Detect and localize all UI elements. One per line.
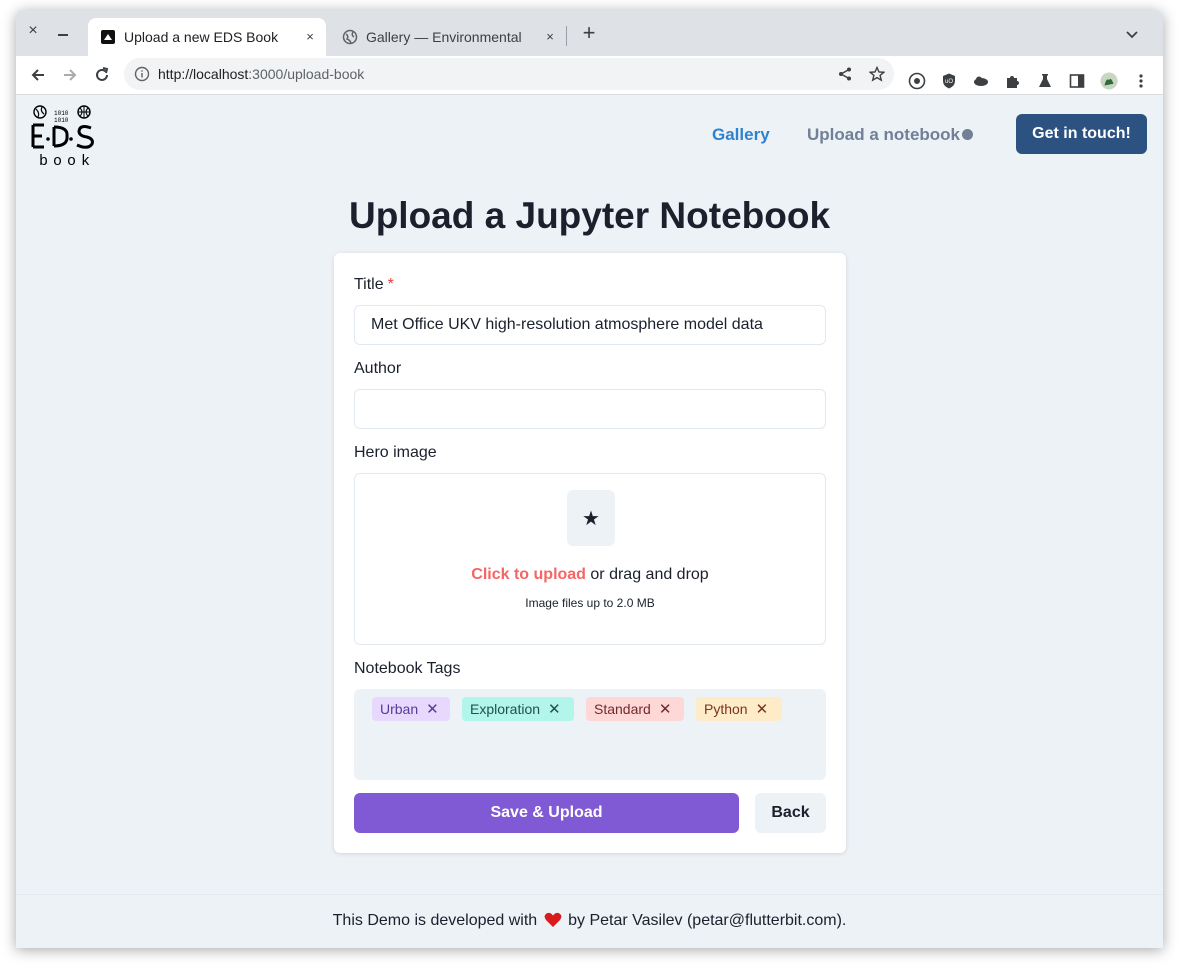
flask-icon[interactable]: [1036, 72, 1054, 90]
eds-favicon-icon: [100, 29, 116, 45]
tab-gallery[interactable]: Gallery — Environmental ×: [330, 18, 566, 56]
tab-strip: × Upload a new EDS Book × Gallery — Envi…: [16, 10, 1163, 56]
tab-separator: [566, 26, 567, 46]
eds-book-logo[interactable]: 1010 1010 book: [30, 105, 100, 170]
tag-remove-icon[interactable]: ✕: [756, 700, 769, 718]
tab-close-icon[interactable]: ×: [542, 29, 558, 45]
reload-icon[interactable]: [91, 64, 113, 86]
site-info-icon[interactable]: [134, 66, 150, 82]
upload-form-card: Title* Author Hero image ★ Click to uplo…: [334, 253, 846, 853]
click-to-upload-link[interactable]: Click to upload: [471, 566, 586, 583]
tag-remove-icon[interactable]: ✕: [426, 700, 439, 718]
tags-input[interactable]: Urban ✕ Exploration ✕ Standard ✕ Python ✕: [354, 689, 826, 780]
chevron-down-icon[interactable]: [1124, 26, 1140, 42]
title-input[interactable]: [354, 305, 826, 345]
globe-icon: [342, 29, 358, 45]
address-bar[interactable]: http://localhost:3000/upload-book: [124, 58, 894, 90]
footer-text: This Demo is developed with by Petar Vas…: [16, 912, 1163, 933]
hero-image-dropzone[interactable]: ★ Click to upload or drag and drop Image…: [354, 473, 826, 645]
browser-window: × Upload a new EDS Book × Gallery — Envi…: [16, 10, 1163, 948]
tag-exploration: Exploration ✕: [462, 697, 574, 721]
tag-remove-icon[interactable]: ✕: [659, 700, 672, 718]
hero-image-label: Hero image: [354, 444, 437, 461]
tag-remove-icon[interactable]: ✕: [548, 700, 561, 718]
profile-avatar-icon[interactable]: [1100, 72, 1118, 90]
tab-title: Gallery — Environmental: [366, 29, 522, 45]
shield-icon[interactable]: uO: [940, 72, 958, 90]
window-minimize-icon[interactable]: [54, 22, 72, 40]
cloud-extension-icon[interactable]: [972, 72, 990, 90]
side-panel-icon[interactable]: [1068, 72, 1086, 90]
page-content: 1010 1010 book Gallery Upload a notebook…: [16, 95, 1163, 948]
heart-icon: [544, 912, 562, 933]
url-text: http://localhost:3000/upload-book: [158, 66, 365, 82]
title-label: Title *: [354, 276, 394, 293]
upload-instructions: Click to upload or drag and drop: [471, 566, 709, 583]
tag-standard: Standard ✕: [586, 697, 684, 721]
back-button[interactable]: Back: [755, 793, 826, 833]
nav-link-gallery[interactable]: Gallery: [712, 125, 770, 145]
upload-size-hint: Image files up to 2.0 MB: [525, 596, 655, 610]
svg-text:1010: 1010: [54, 117, 69, 124]
author-input[interactable]: [354, 389, 826, 429]
notebook-tags-label: Notebook Tags: [354, 660, 461, 677]
tag-urban: Urban ✕: [372, 697, 450, 721]
tab-title: Upload a new EDS Book: [124, 29, 279, 45]
share-icon[interactable]: [837, 66, 853, 82]
bookmark-star-icon[interactable]: [868, 65, 886, 82]
svg-text:1010: 1010: [54, 110, 69, 117]
tag-python: Python ✕: [696, 697, 782, 721]
tab-upload-book[interactable]: Upload a new EDS Book ×: [88, 18, 326, 56]
get-in-touch-button[interactable]: Get in touch!: [1016, 114, 1147, 154]
active-indicator-dot: [962, 129, 973, 140]
extension-circle-icon[interactable]: [908, 72, 926, 90]
required-mark: *: [387, 276, 394, 293]
browser-toolbar: http://localhost:3000/upload-book uO: [16, 56, 1163, 95]
forward-arrow-icon[interactable]: [59, 64, 81, 86]
star-icon: ★: [567, 490, 615, 546]
back-arrow-icon[interactable]: [27, 64, 49, 86]
nav-link-upload-notebook[interactable]: Upload a notebook: [807, 125, 960, 145]
page-title: Upload a Jupyter Notebook: [348, 195, 831, 236]
new-tab-button[interactable]: +: [578, 22, 600, 45]
author-label: Author: [354, 360, 402, 377]
save-upload-button[interactable]: Save & Upload: [354, 793, 739, 833]
window-close-icon[interactable]: ×: [24, 22, 42, 40]
tab-close-icon[interactable]: ×: [302, 29, 318, 45]
svg-text:uO: uO: [945, 79, 953, 85]
footer: This Demo is developed with by Petar Vas…: [16, 894, 1163, 948]
svg-text:book: book: [39, 153, 95, 167]
more-vert-icon[interactable]: [1132, 72, 1150, 90]
puzzle-icon[interactable]: [1004, 72, 1022, 90]
